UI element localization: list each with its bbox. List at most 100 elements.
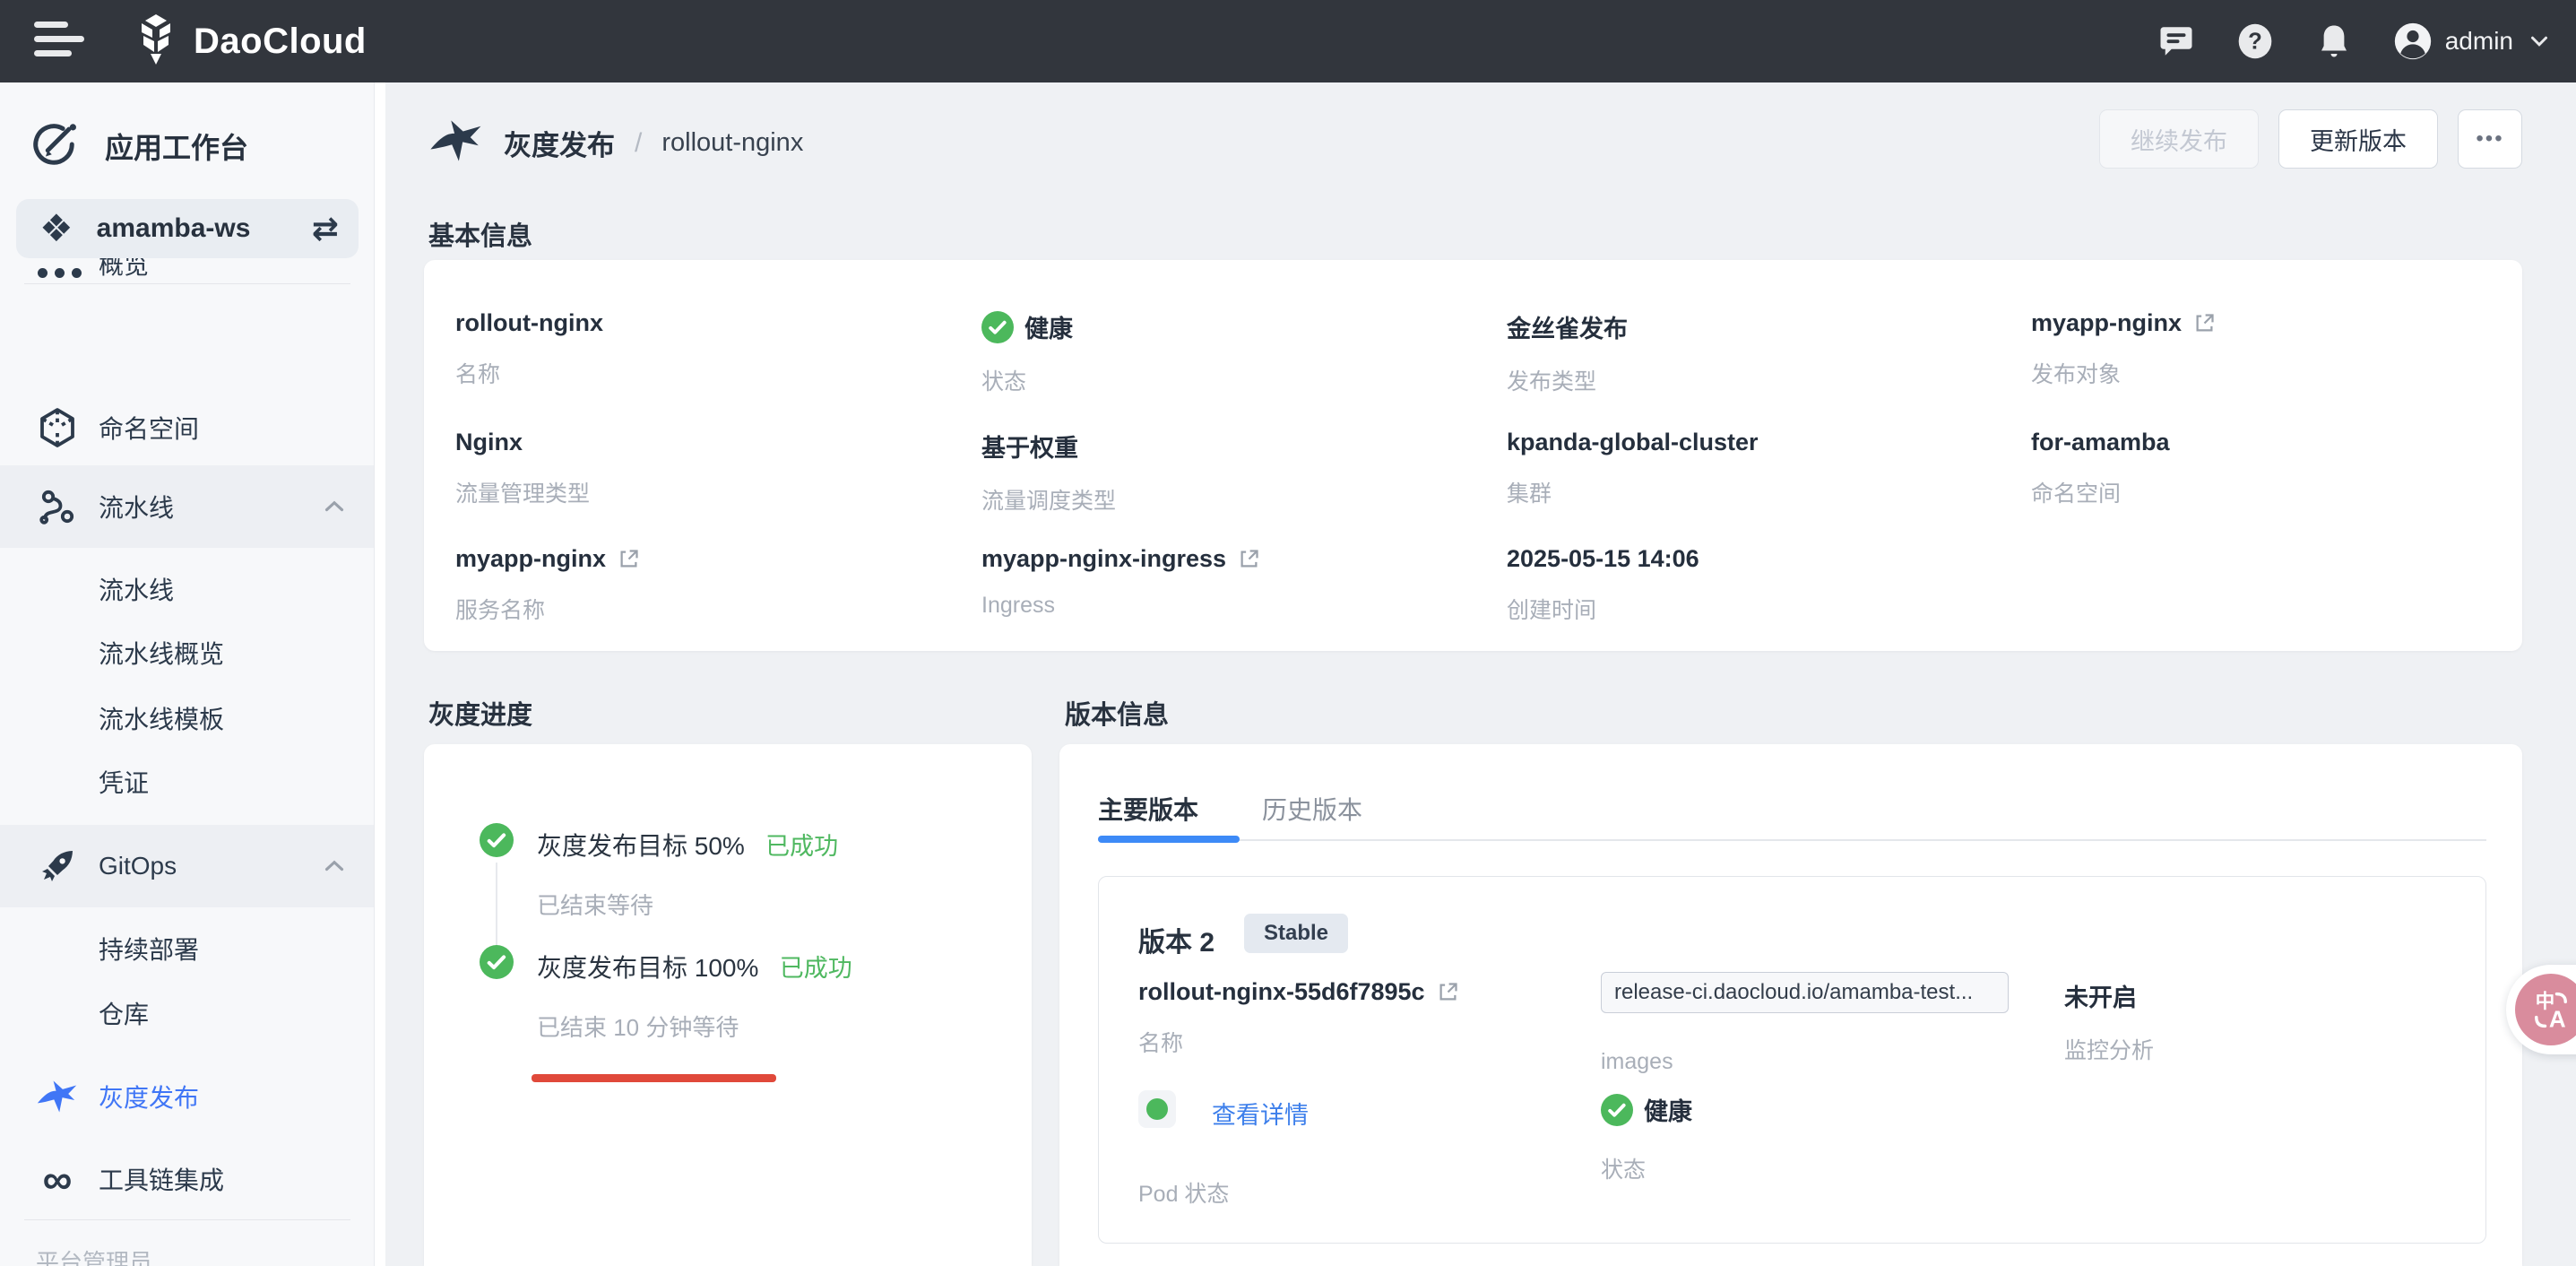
tab-divider [1098,839,2486,841]
health-check-icon [1601,1094,1633,1126]
page-actions: 继续发布 更新版本 ••• [2099,109,2522,169]
field-traffic-schedule-type: 基于权重 流量调度类型 [981,429,1116,516]
hamburger-menu-icon[interactable] [34,22,88,61]
basic-info-title: 基本信息 [428,215,532,253]
sidebar-item-toolchain[interactable]: ∞ 工具链集成 [0,1138,375,1220]
field-version-health: 健康 状态 [1601,1092,1692,1184]
pipeline-collapse-icon [319,491,350,522]
field-cluster: kpanda-global-cluster 集群 [1507,429,1759,508]
user-chevron-down-icon [2526,28,2553,55]
step1-title: 灰度发布目标 50% 已成功 [537,827,838,863]
sidebar-group-gitops[interactable]: GitOps [0,825,375,907]
daocloud-canary-detail-page: DaoCloud ? admin [0,0,2576,1266]
update-version-button[interactable]: 更新版本 [2278,109,2438,169]
external-link-icon [1436,980,1460,1004]
feedback-chat-icon[interactable] [2157,22,2196,61]
pipeline-icon [36,485,79,528]
step2-note: 已结束 10 分钟等待 [537,1010,739,1043]
pod-green-dot [1146,1098,1168,1120]
translate-button[interactable]: 中A [2515,974,2576,1045]
step1-note: 已结束等待 [537,888,653,921]
step-connector [496,863,497,949]
field-version-name: rollout-nginx-55d6f7895c 名称 [1138,978,1460,1058]
sidebar-item-namespaces[interactable]: 命名空间 [0,386,375,469]
step1-status: 已成功 [765,833,838,860]
version-card: 主要版本 历史版本 版本 2 Stable rollout-nginx-55d6… [1059,744,2522,1266]
field-ingress: myapp-nginx-ingress Ingress [981,545,1261,619]
top-navigation-bar: DaoCloud ? admin [0,0,2576,82]
workspace-selector[interactable]: ❖ amamba-ws ⇄ [16,199,359,258]
gitops-collapse-icon [319,851,350,881]
external-link-icon [2192,311,2217,335]
breadcrumb-section[interactable]: 灰度发布 [504,123,615,163]
stable-badge: Stable [1244,914,1348,953]
field-release-type: 金丝雀发布 发布类型 [1507,309,1628,396]
breadcrumb-current: rollout-nginx [661,128,803,158]
field-service-name: myapp-nginx 服务名称 [455,545,641,625]
main-content: 灰度发布 / rollout-nginx 继续发布 更新版本 ••• 基本信息 … [385,82,2576,1266]
overview-dots-icon [38,268,82,278]
app-workbench-icon [30,120,78,173]
avatar [2393,22,2433,61]
sidebar-divider [24,283,350,284]
role-label: 平台管理员 [36,1244,152,1266]
step2-status: 已成功 [780,955,852,982]
sidebar-section-divider [24,1219,350,1220]
canary-bird-icon [36,1075,79,1118]
basic-info-card: rollout-nginx 名称 健康 状态 金丝雀发布 发布类型 myapp-… [424,260,2522,651]
sidebar-item-pipeline[interactable]: 流水线 [0,558,375,620]
active-tab-indicator [1098,836,1240,843]
field-traffic-mgmt-type: Nginx 流量管理类型 [455,429,590,508]
svg-text:A: A [2549,1006,2566,1033]
step1-success-icon [480,823,514,857]
daocloud-logo-icon [133,14,179,69]
version-title: 版本信息 [1065,694,1169,732]
version-2-panel: 版本 2 Stable rollout-nginx-55d6f7895c 名称 … [1098,876,2486,1244]
sidebar-group-pipeline[interactable]: 流水线 [0,465,375,548]
toolchain-infinity-icon: ∞ [36,1158,79,1201]
field-name: rollout-nginx 名称 [455,309,603,389]
breadcrumb: 灰度发布 / rollout-nginx [428,117,803,169]
red-underline-annotation [532,1074,776,1082]
tab-history-version[interactable]: 历史版本 [1262,791,1362,827]
svg-text:?: ? [2248,29,2262,54]
brand: DaoCloud [133,0,367,82]
step2-success-icon [480,945,514,979]
help-icon[interactable]: ? [2235,22,2275,61]
images-value-box[interactable]: release-ci.daocloud.io/amamba-test... [1601,972,2009,1013]
user-menu[interactable]: admin [2393,22,2553,61]
username: admin [2445,27,2513,56]
sidebar-item-repository[interactable]: 仓库 [0,982,375,1045]
sidebar-product-title: 应用工作台 [0,115,375,178]
version-number: 版本 2 [1138,920,1215,959]
images-label: images [1601,1049,1673,1075]
field-namespace: for-amamba 命名空间 [2031,429,2170,508]
sidebar-item-pipeline-overview[interactable]: 流水线概览 [0,621,375,684]
external-link-icon [617,547,641,571]
topbar-actions: ? admin [2157,0,2553,82]
sidebar-item-pipeline-templates[interactable]: 流水线模板 [0,687,375,750]
canary-bird-icon-dark [428,117,484,169]
sidebar-scrollbar-track[interactable] [375,82,385,1266]
field-status: 健康 状态 [981,309,1073,396]
continue-release-button[interactable]: 继续发布 [2099,109,2259,169]
external-link-icon [1237,547,1261,571]
gitops-rocket-icon [36,845,79,888]
sidebar-item-continuous-deploy[interactable]: 持续部署 [0,917,375,980]
field-release-target: myapp-nginx 发布对象 [2031,309,2217,389]
pod-detail-link[interactable]: 查看详情 [1212,1096,1309,1131]
workspace-switch-icon[interactable]: ⇄ [312,210,339,247]
workspace-icon: ❖ [39,210,73,247]
pod-status-label: Pod 状态 [1138,1176,1229,1209]
sidebar-item-credentials[interactable]: 凭证 [0,750,375,813]
more-actions-button[interactable]: ••• [2458,109,2522,169]
tab-main-version[interactable]: 主要版本 [1098,791,1198,827]
health-check-icon [981,311,1014,343]
step2-title: 灰度发布目标 100% 已成功 [537,949,852,984]
field-created-at: 2025-05-15 14:06 创建时间 [1507,545,1699,625]
notifications-bell-icon[interactable] [2314,22,2354,61]
field-monitor: 未开启 监控分析 [2064,978,2154,1065]
namespace-cube-icon [36,406,79,449]
sidebar: 应用工作台 概览 ❖ amamba-ws ⇄ 命名空间 流水线 流水线 流 [0,82,375,1266]
sidebar-item-canary-release[interactable]: 灰度发布 [0,1055,375,1138]
